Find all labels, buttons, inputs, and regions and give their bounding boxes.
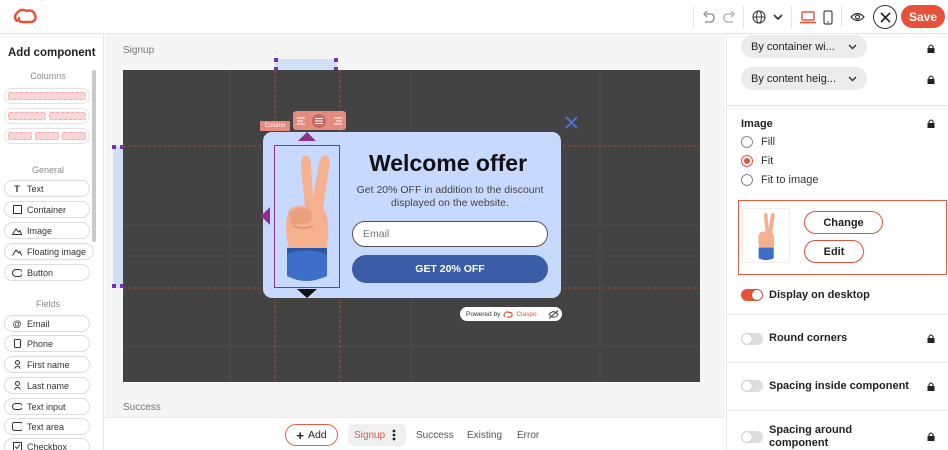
add-label: Add <box>307 429 327 441</box>
radio-fit[interactable]: Fit <box>741 155 773 167</box>
dropdown-value: By content heig... <box>751 72 836 85</box>
plus-icon: + <box>296 427 304 443</box>
drag-left-handle-icon[interactable] <box>260 207 270 225</box>
popup-close-icon[interactable] <box>565 116 578 129</box>
toggle-knob <box>742 432 752 442</box>
radio-label: Fill <box>761 136 776 148</box>
align-middle-icon[interactable] <box>312 113 327 128</box>
popup-title[interactable]: Welcome offer <box>348 150 548 177</box>
powered-by-badge[interactable]: Powered by Claspo <box>460 307 562 321</box>
image-thumbnail <box>742 208 790 263</box>
toggle-knob <box>752 290 762 300</box>
edit-image-button[interactable]: Edit <box>804 240 864 263</box>
radio-label: Fit <box>761 155 774 167</box>
drag-up-handle-icon[interactable] <box>298 131 316 141</box>
radio-circle <box>741 136 753 148</box>
panel-divider <box>727 362 948 363</box>
chevron-down-icon <box>848 76 857 81</box>
hand-image[interactable] <box>274 145 340 288</box>
spacing-around-toggle[interactable] <box>741 431 763 443</box>
lock-icon[interactable] <box>927 75 935 84</box>
tab-success[interactable]: Success <box>416 430 454 441</box>
popup-email-input[interactable] <box>352 221 548 247</box>
panel-divider <box>727 105 948 106</box>
popup-subtitle[interactable]: Get 20% OFF in addition to the discount … <box>350 184 550 210</box>
more-vertical-icon[interactable] <box>392 429 396 441</box>
lock-icon[interactable] <box>927 334 935 343</box>
spacing-around-label: Spacing around component <box>769 424 853 449</box>
lock-icon[interactable] <box>927 382 935 391</box>
lock-icon[interactable] <box>927 119 935 128</box>
claspo-logo-icon <box>503 310 514 318</box>
powered-by-text: Powered by <box>466 310 501 318</box>
radio-fit-to-image[interactable]: Fit to image <box>741 174 818 186</box>
align-bottom-icon[interactable] <box>333 116 343 126</box>
peace-hand-icon <box>758 212 775 261</box>
lock-icon[interactable] <box>927 432 935 441</box>
lock-icon[interactable] <box>927 44 935 53</box>
round-corners-toggle[interactable] <box>741 333 763 345</box>
popup-cta-button[interactable]: GET 20% OFF <box>352 255 548 283</box>
image-section-title: Image <box>741 118 773 130</box>
height-mode-dropdown[interactable]: By content heig... <box>741 67 867 90</box>
radio-circle-selected <box>741 155 753 167</box>
radio-fill[interactable]: Fill <box>741 136 775 148</box>
change-image-button[interactable]: Change <box>804 211 883 234</box>
brand-name: Claspo <box>516 310 537 318</box>
dropdown-value: By container wi... <box>751 40 835 53</box>
round-corners-label: Round corners <box>769 332 848 344</box>
spacing-inside-label: Spacing inside component <box>769 380 909 392</box>
column-tag[interactable]: Column <box>260 121 290 131</box>
steps-bar <box>105 417 725 450</box>
radio-circle <box>741 174 753 186</box>
toggle-knob <box>742 334 752 344</box>
display-on-desktop-toggle[interactable] <box>741 289 763 301</box>
panel-divider <box>727 314 948 315</box>
column-align-toolbar <box>293 111 346 130</box>
tab-error[interactable]: Error <box>517 430 539 441</box>
width-mode-dropdown[interactable]: By container wi... <box>741 35 867 58</box>
toggle-knob <box>742 381 752 391</box>
eye-off-icon[interactable] <box>547 309 559 319</box>
panel-divider <box>727 410 948 411</box>
drag-down-handle-icon[interactable] <box>297 289 317 299</box>
tab-existing[interactable]: Existing <box>467 430 502 441</box>
peace-hand-icon <box>286 155 330 281</box>
spacing-inside-toggle[interactable] <box>741 380 763 392</box>
display-on-desktop-label: Display on desktop <box>769 289 870 301</box>
tab-signup[interactable]: Signup <box>348 424 406 446</box>
radio-label: Fit to image <box>761 174 819 186</box>
tab-label: Signup <box>354 429 386 441</box>
add-step-button[interactable]: + Add <box>285 424 338 446</box>
align-top-icon[interactable] <box>296 116 306 126</box>
chevron-down-icon <box>848 44 857 49</box>
